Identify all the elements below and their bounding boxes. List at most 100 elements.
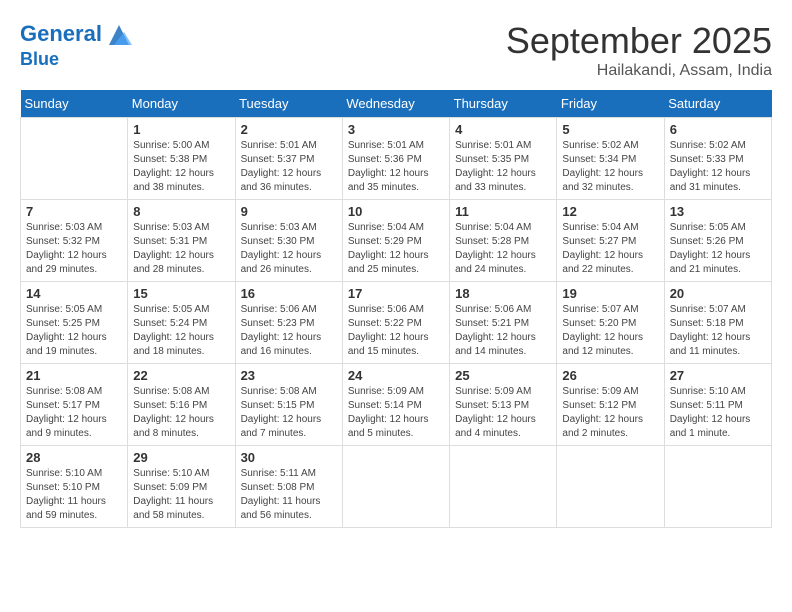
calendar-cell: 12 Sunrise: 5:04 AMSunset: 5:27 PMDayligh… xyxy=(557,200,664,282)
calendar-cell xyxy=(557,446,664,528)
day-number: 15 xyxy=(133,286,229,301)
calendar-cell: 23 Sunrise: 5:08 AMSunset: 5:15 PMDayligh… xyxy=(235,364,342,446)
logo-blue: Blue xyxy=(20,50,136,70)
day-info: Sunrise: 5:05 AMSunset: 5:25 PMDaylight:… xyxy=(26,303,122,359)
day-info: Sunrise: 5:02 AMSunset: 5:33 PMDaylight:… xyxy=(670,139,766,195)
day-info: Sunrise: 5:09 AMSunset: 5:14 PMDaylight:… xyxy=(348,385,444,441)
calendar-cell xyxy=(21,118,128,200)
calendar-cell xyxy=(664,446,771,528)
calendar-week-1: 1Sunrise: 5:00 AMSunset: 5:38 PMDaylight… xyxy=(21,118,772,200)
day-info: Sunrise: 5:08 AMSunset: 5:15 PMDaylight:… xyxy=(241,385,337,441)
weekday-label-sunday: Sunday xyxy=(21,90,128,118)
day-number: 23 xyxy=(241,368,337,383)
day-number: 17 xyxy=(348,286,444,301)
calendar-cell: 21 Sunrise: 5:08 AMSunset: 5:17 PMDayligh… xyxy=(21,364,128,446)
day-number: 25 xyxy=(455,368,551,383)
day-info: Sunrise: 5:04 AMSunset: 5:28 PMDaylight:… xyxy=(455,221,551,277)
day-info: Sunrise: 5:01 AMSunset: 5:37 PMDaylight:… xyxy=(241,139,337,195)
day-number: 10 xyxy=(348,204,444,219)
calendar-cell: 15 Sunrise: 5:05 AMSunset: 5:24 PMDayligh… xyxy=(128,282,235,364)
day-number: 30 xyxy=(241,450,337,465)
calendar-cell: 9 Sunrise: 5:03 AMSunset: 5:30 PMDaylight… xyxy=(235,200,342,282)
calendar-cell: 1Sunrise: 5:00 AMSunset: 5:38 PMDaylight… xyxy=(128,118,235,200)
calendar-cell: 13 Sunrise: 5:05 AMSunset: 5:26 PMDayligh… xyxy=(664,200,771,282)
calendar-week-3: 14Sunrise: 5:05 AMSunset: 5:25 PMDayligh… xyxy=(21,282,772,364)
day-number: 28 xyxy=(26,450,122,465)
calendar-cell: 22 Sunrise: 5:08 AMSunset: 5:16 PMDayligh… xyxy=(128,364,235,446)
day-info: Sunrise: 5:08 AMSunset: 5:17 PMDaylight:… xyxy=(26,385,122,441)
calendar-week-2: 7Sunrise: 5:03 AMSunset: 5:32 PMDaylight… xyxy=(21,200,772,282)
calendar-cell: 4 Sunrise: 5:01 AMSunset: 5:35 PMDaylight… xyxy=(450,118,557,200)
calendar-cell: 29Sunrise: 5:10 AMSunset: 5:09 PMDayligh… xyxy=(128,446,235,528)
day-number: 9 xyxy=(241,204,337,219)
day-number: 11 xyxy=(455,204,551,219)
calendar-cell: 28 Sunrise: 5:10 AMSunset: 5:10 PMDayligh… xyxy=(21,446,128,528)
day-number: 1 xyxy=(133,122,229,137)
weekday-label-wednesday: Wednesday xyxy=(342,90,449,118)
day-number: 24 xyxy=(348,368,444,383)
day-info: Sunrise: 5:04 AMSunset: 5:27 PMDaylight:… xyxy=(562,221,658,277)
calendar-cell xyxy=(342,446,449,528)
calendar-cell: 16 Sunrise: 5:06 AMSunset: 5:23 PMDayligh… xyxy=(235,282,342,364)
day-number: 2 xyxy=(241,122,337,137)
logo: General Blue xyxy=(20,20,136,70)
day-info: Sunrise: 5:04 AMSunset: 5:29 PMDaylight:… xyxy=(348,221,444,277)
day-info: Sunrise: 5:09 AMSunset: 5:12 PMDaylight:… xyxy=(562,385,658,441)
day-info: Sunrise: 5:07 AMSunset: 5:20 PMDaylight:… xyxy=(562,303,658,359)
day-number: 29 xyxy=(133,450,229,465)
calendar-cell: 3 Sunrise: 5:01 AMSunset: 5:36 PMDaylight… xyxy=(342,118,449,200)
day-number: 3 xyxy=(348,122,444,137)
calendar-cell xyxy=(450,446,557,528)
calendar-cell: 30Sunrise: 5:11 AMSunset: 5:08 PMDayligh… xyxy=(235,446,342,528)
calendar-cell: 7Sunrise: 5:03 AMSunset: 5:32 PMDaylight… xyxy=(21,200,128,282)
calendar-cell: 6Sunrise: 5:02 AMSunset: 5:33 PMDaylight… xyxy=(664,118,771,200)
day-number: 4 xyxy=(455,122,551,137)
day-number: 26 xyxy=(562,368,658,383)
calendar-cell: 24 Sunrise: 5:09 AMSunset: 5:14 PMDayligh… xyxy=(342,364,449,446)
day-info: Sunrise: 5:03 AMSunset: 5:32 PMDaylight:… xyxy=(26,221,122,277)
calendar-cell: 18 Sunrise: 5:06 AMSunset: 5:21 PMDayligh… xyxy=(450,282,557,364)
day-info: Sunrise: 5:05 AMSunset: 5:24 PMDaylight:… xyxy=(133,303,229,359)
location-subtitle: Hailakandi, Assam, India xyxy=(506,62,772,80)
calendar-cell: 2 Sunrise: 5:01 AMSunset: 5:37 PMDaylight… xyxy=(235,118,342,200)
calendar-cell: 20 Sunrise: 5:07 AMSunset: 5:18 PMDayligh… xyxy=(664,282,771,364)
calendar-cell: 26 Sunrise: 5:09 AMSunset: 5:12 PMDayligh… xyxy=(557,364,664,446)
weekday-label-tuesday: Tuesday xyxy=(235,90,342,118)
day-number: 21 xyxy=(26,368,122,383)
day-info: Sunrise: 5:06 AMSunset: 5:21 PMDaylight:… xyxy=(455,303,551,359)
calendar-body: 1Sunrise: 5:00 AMSunset: 5:38 PMDaylight… xyxy=(21,118,772,528)
page-header: General Blue September 2025 Hailakandi, … xyxy=(20,20,772,80)
day-info: Sunrise: 5:01 AMSunset: 5:36 PMDaylight:… xyxy=(348,139,444,195)
calendar-week-4: 21 Sunrise: 5:08 AMSunset: 5:17 PMDayligh… xyxy=(21,364,772,446)
day-info: Sunrise: 5:02 AMSunset: 5:34 PMDaylight:… xyxy=(562,139,658,195)
day-number: 13 xyxy=(670,204,766,219)
calendar-week-5: 28 Sunrise: 5:10 AMSunset: 5:10 PMDayligh… xyxy=(21,446,772,528)
weekday-header-row: SundayMondayTuesdayWednesdayThursdayFrid… xyxy=(21,90,772,118)
day-info: Sunrise: 5:06 AMSunset: 5:23 PMDaylight:… xyxy=(241,303,337,359)
day-number: 20 xyxy=(670,286,766,301)
day-number: 19 xyxy=(562,286,658,301)
calendar-table: SundayMondayTuesdayWednesdayThursdayFrid… xyxy=(20,90,772,528)
day-number: 18 xyxy=(455,286,551,301)
calendar-cell: 27 Sunrise: 5:10 AMSunset: 5:11 PMDayligh… xyxy=(664,364,771,446)
day-info: Sunrise: 5:05 AMSunset: 5:26 PMDaylight:… xyxy=(670,221,766,277)
day-info: Sunrise: 5:01 AMSunset: 5:35 PMDaylight:… xyxy=(455,139,551,195)
weekday-label-saturday: Saturday xyxy=(664,90,771,118)
day-info: Sunrise: 5:10 AMSunset: 5:10 PMDaylight:… xyxy=(26,467,122,523)
day-number: 27 xyxy=(670,368,766,383)
day-number: 12 xyxy=(562,204,658,219)
day-number: 22 xyxy=(133,368,229,383)
day-info: Sunrise: 5:07 AMSunset: 5:18 PMDaylight:… xyxy=(670,303,766,359)
day-number: 5 xyxy=(562,122,658,137)
day-number: 16 xyxy=(241,286,337,301)
day-info: Sunrise: 5:09 AMSunset: 5:13 PMDaylight:… xyxy=(455,385,551,441)
calendar-cell: 14Sunrise: 5:05 AMSunset: 5:25 PMDayligh… xyxy=(21,282,128,364)
weekday-label-thursday: Thursday xyxy=(450,90,557,118)
weekday-label-friday: Friday xyxy=(557,90,664,118)
day-info: Sunrise: 5:10 AMSunset: 5:11 PMDaylight:… xyxy=(670,385,766,441)
day-number: 8 xyxy=(133,204,229,219)
month-title: September 2025 xyxy=(506,20,772,62)
day-info: Sunrise: 5:08 AMSunset: 5:16 PMDaylight:… xyxy=(133,385,229,441)
weekday-label-monday: Monday xyxy=(128,90,235,118)
day-info: Sunrise: 5:03 AMSunset: 5:30 PMDaylight:… xyxy=(241,221,337,277)
